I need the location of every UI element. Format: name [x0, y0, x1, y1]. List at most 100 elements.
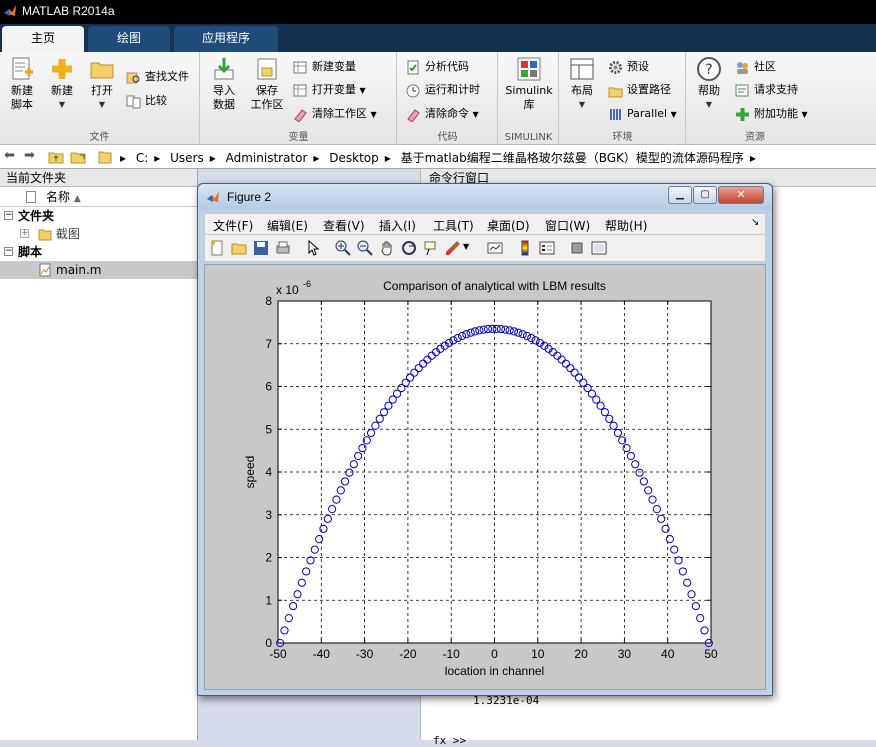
colorbar-icon[interactable]: [517, 240, 533, 256]
rotate-icon[interactable]: [401, 240, 417, 256]
open-file-icon[interactable]: [231, 240, 247, 256]
save-workspace-button[interactable]: 保存 工作区: [247, 56, 287, 112]
figure-window[interactable]: Figure 2 ▁ ▢ ✕ 文件(F) 编辑(E) 查看(V) 插入(I) 工…: [197, 183, 773, 696]
figure-canvas[interactable]: -50 -40 -30 -20 -10 0 10 20 30 40 50 012345678 Com…: [204, 264, 766, 690]
menu-window[interactable]: 窗口(W): [545, 217, 590, 234]
minimize-button[interactable]: ▁: [668, 186, 692, 204]
exponent-value: -6: [303, 279, 311, 289]
breadcrumb-item[interactable]: Users: [170, 151, 204, 165]
chevron-down-icon[interactable]: ▼: [463, 242, 469, 251]
menu-insert[interactable]: 插入(I): [379, 217, 416, 234]
up-folder-icon[interactable]: [48, 149, 64, 165]
x-tick-label: 20: [574, 647, 588, 661]
section-folders[interactable]: − 文件夹: [0, 207, 197, 225]
command-prompt[interactable]: fx >>: [433, 734, 466, 747]
menu-desktop[interactable]: 桌面(D): [487, 217, 530, 234]
breadcrumb-item[interactable]: C:: [136, 151, 148, 165]
sort-up-icon: ▲: [73, 194, 81, 204]
menu-view[interactable]: 查看(V): [323, 217, 365, 234]
list-item[interactable]: main.m: [0, 261, 197, 279]
maximize-button[interactable]: ▢: [693, 186, 717, 204]
add-ons-button[interactable]: 附加功能 ▼: [735, 105, 808, 125]
preferences-button[interactable]: 预设: [608, 58, 649, 78]
compare-button[interactable]: 比较: [126, 92, 167, 112]
open-variable-button[interactable]: 打开变量 ▼: [293, 81, 366, 101]
new-variable-button[interactable]: 新建变量: [293, 58, 356, 78]
zoom-in-icon[interactable]: [335, 240, 351, 256]
expand-icon[interactable]: +: [20, 229, 29, 238]
dock-arrow-icon[interactable]: ↘: [751, 217, 759, 228]
x-tick-label: 40: [661, 647, 675, 661]
tab-plots[interactable]: 绘图: [88, 26, 170, 52]
close-button[interactable]: ✕: [718, 186, 764, 204]
clear-workspace-button[interactable]: 清除工作区 ▼: [293, 105, 377, 125]
simulink-library-button[interactable]: Simulink 库: [503, 56, 555, 112]
name-column-header[interactable]: 名称 ▲: [0, 187, 197, 207]
hide-plot-tools-icon[interactable]: [569, 240, 585, 256]
chevron-down-icon: ▼: [801, 110, 808, 119]
breadcrumb-item[interactable]: Desktop: [329, 151, 379, 165]
parallel-button[interactable]: Parallel ▼: [608, 105, 677, 125]
clear-commands-button[interactable]: 清除命令 ▼: [406, 105, 479, 125]
ribbon: 新建 脚本 新建 ▼ 打开 ▼ 查找文件 比较 文件 导入 数据 保存 工作区 新建…: [0, 52, 876, 145]
menu-help[interactable]: 帮助(H): [605, 217, 647, 234]
pointer-icon[interactable]: [305, 240, 321, 256]
simulink-group-label: SIMULINK: [504, 132, 553, 143]
request-support-button[interactable]: 请求支持: [735, 81, 798, 101]
new-button[interactable]: 新建 ▼: [44, 56, 80, 112]
zoom-out-icon[interactable]: [357, 240, 373, 256]
open-button[interactable]: 打开 ▼: [84, 56, 120, 112]
link-plot-icon[interactable]: [487, 240, 503, 256]
forward-arrow-icon[interactable]: ➡: [24, 148, 35, 163]
y-tick-label: 3: [265, 508, 272, 522]
analyze-code-button[interactable]: 分析代码: [406, 58, 469, 78]
menu-edit[interactable]: 编辑(E): [267, 217, 308, 234]
figure-menubar: 文件(F) 编辑(E) 查看(V) 插入(I) 工具(T) 桌面(D) 窗口(W…: [204, 213, 766, 235]
show-plot-tools-icon[interactable]: [591, 240, 607, 256]
file-header-icon: [26, 191, 36, 203]
variable-group-label: 变量: [288, 132, 309, 143]
find-files-button[interactable]: 查找文件: [126, 68, 189, 88]
figure-titlebar[interactable]: Figure 2 ▁ ▢ ✕: [198, 184, 772, 210]
menu-file[interactable]: 文件(F): [213, 217, 253, 234]
layout-button[interactable]: 布局 ▼: [564, 56, 600, 112]
code-group-label: 代码: [437, 132, 458, 143]
help-button[interactable]: ? 帮助 ▼: [691, 56, 727, 112]
resources-group: ? 帮助 ▼ 社区 请求支持 附加功能 ▼ 资源: [687, 52, 823, 144]
set-path-button[interactable]: 设置路径: [608, 81, 671, 101]
figure-title: Figure 2: [227, 190, 272, 204]
save-icon[interactable]: [253, 240, 269, 256]
breadcrumb-item[interactable]: 基于matlab编程二维晶格玻尔兹曼（BGK）模型的流体源码程序: [401, 151, 744, 165]
tab-apps[interactable]: 应用程序: [174, 26, 278, 52]
brush-icon[interactable]: [445, 240, 461, 256]
y-tick-label: 5: [265, 422, 272, 436]
simulink-library-icon: [517, 57, 541, 81]
collapse-icon[interactable]: −: [4, 211, 13, 220]
breadcrumb-item[interactable]: Administrator: [226, 151, 308, 165]
print-icon[interactable]: [275, 240, 291, 256]
collapse-icon[interactable]: −: [4, 247, 13, 256]
community-button[interactable]: 社区: [735, 58, 776, 78]
parallel-icon: [610, 108, 621, 120]
list-item[interactable]: + 截图: [0, 225, 197, 243]
compare-icon: [126, 95, 141, 108]
breadcrumb: ▸ C: ▸ Users ▸ Administrator ▸ Desktop ▸ 基于m…: [120, 151, 756, 165]
data-cursor-icon[interactable]: [423, 240, 439, 256]
tab-home[interactable]: 主页: [2, 26, 84, 52]
section-scripts[interactable]: − 脚本: [0, 243, 197, 261]
new-variable-icon: [293, 61, 307, 73]
legend-icon[interactable]: [539, 240, 555, 256]
menu-tools[interactable]: 工具(T): [433, 217, 474, 234]
clear-commands-icon: [407, 108, 420, 122]
save-workspace-icon: [257, 58, 277, 80]
pan-icon[interactable]: [379, 240, 395, 256]
new-script-button[interactable]: 新建 脚本: [4, 56, 40, 112]
back-arrow-icon[interactable]: ⬅: [4, 148, 15, 163]
import-data-button[interactable]: 导入 数据: [205, 56, 243, 112]
analyze-code-icon: [407, 60, 419, 74]
run-and-time-button[interactable]: 运行和计时: [406, 81, 480, 101]
folder-icon: [98, 151, 112, 164]
plot-svg[interactable]: -50 -40 -30 -20 -10 0 10 20 30 40 50 012345678 Com…: [205, 265, 765, 689]
browse-folder-icon[interactable]: [70, 149, 86, 165]
new-figure-icon[interactable]: [209, 240, 225, 256]
